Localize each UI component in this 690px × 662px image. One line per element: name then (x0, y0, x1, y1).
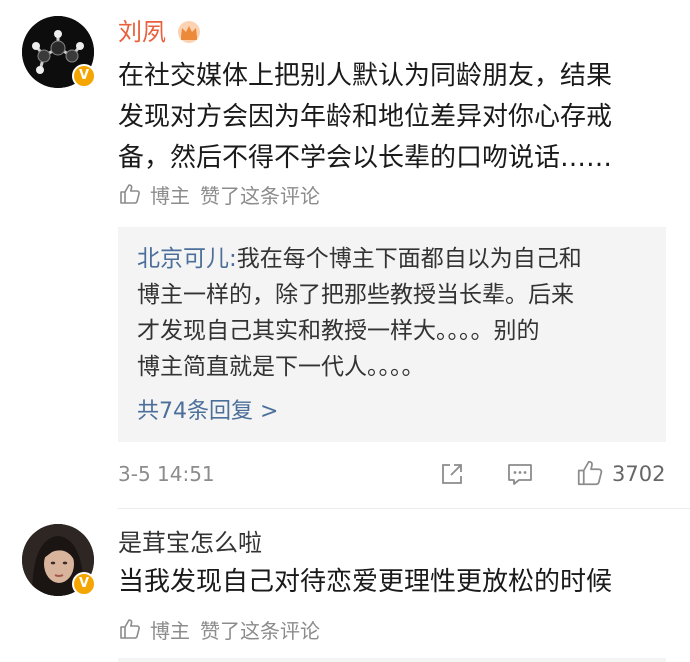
liked-text: 赞了这条评论 (200, 618, 320, 643)
share-button[interactable] (435, 457, 469, 491)
comment-text: 当我发现自己对待恋爱更理性更放松的时候 (118, 562, 678, 603)
comment-line: 发现对方会因为年龄和地位差异对你心存戒 (118, 102, 613, 132)
username-text: 刘夙 (118, 18, 166, 46)
thumb-up-icon (120, 619, 140, 639)
reply-line: 才发现自己其实和教授一样大。。。。别的 (137, 318, 540, 344)
comment-item: V 是茸宝怎么啦 当我发现自己对待恋爱更理性更放松的时候 博主 赞了这条评论 (0, 510, 690, 662)
reply-line: 博主简直就是下一代人。。。。 (137, 354, 425, 380)
comment-button[interactable] (503, 457, 537, 491)
author-liked-row: 博主 赞了这条评论 (118, 179, 320, 209)
comment-divider (118, 508, 690, 509)
comment-icon (508, 464, 532, 485)
reply-line: 博主一样的，除了把那些教授当长辈。后来 (137, 282, 574, 308)
thumb-up-icon (120, 184, 140, 204)
username[interactable]: 是茸宝怎么啦 (118, 528, 262, 558)
username[interactable]: 刘夙 (118, 17, 202, 47)
more-replies-link[interactable]: 共74条回复 > (137, 397, 278, 427)
reply-author[interactable]: 北京可儿: (137, 246, 237, 272)
verified-badge-icon: V (72, 64, 96, 88)
comment-line: 备，然后不得不学会以长辈的口吻说话…… (118, 143, 613, 173)
like-icon (577, 460, 603, 486)
comment-text: 在社交媒体上把别人默认为同龄朋友，结果 发现对方会因为年龄和地位差异对你心存戒 … (118, 56, 678, 179)
reply-text: 北京可儿:我在每个博主下面都自以为自己和 博主一样的，除了把那些教授当长辈。后来… (137, 241, 657, 385)
reply-preview-box[interactable] (118, 658, 666, 662)
author-liked-row: 博主 赞了这条评论 (118, 614, 320, 644)
comment-line: 当我发现自己对待恋爱更理性更放松的时候 (118, 567, 613, 597)
author-tag: 博主 (150, 618, 190, 643)
liked-text: 赞了这条评论 (200, 183, 320, 208)
comment-date: 3-5 14:51 (118, 462, 215, 486)
share-icon (442, 464, 462, 484)
like-count: 3702 (612, 462, 666, 486)
comment-line: 在社交媒体上把别人默认为同龄朋友，结果 (118, 61, 613, 91)
reply-preview-box[interactable]: 北京可儿:我在每个博主下面都自以为自己和 博主一样的，除了把那些教授当长辈。后来… (118, 227, 666, 442)
crown-icon (176, 20, 202, 44)
comment-meta-row: 3-5 14:51 3702 (0, 454, 690, 494)
verified-badge-icon: V (72, 572, 96, 596)
comment-item: V 刘夙 在社交媒体上把别人默认为同龄朋友，结果 发现对方会因为年龄和地位差异对… (0, 0, 690, 505)
reply-line: 北京可儿:我在每个博主下面都自以为自己和 (137, 246, 582, 272)
like-button[interactable] (573, 456, 607, 490)
author-tag: 博主 (150, 183, 190, 208)
